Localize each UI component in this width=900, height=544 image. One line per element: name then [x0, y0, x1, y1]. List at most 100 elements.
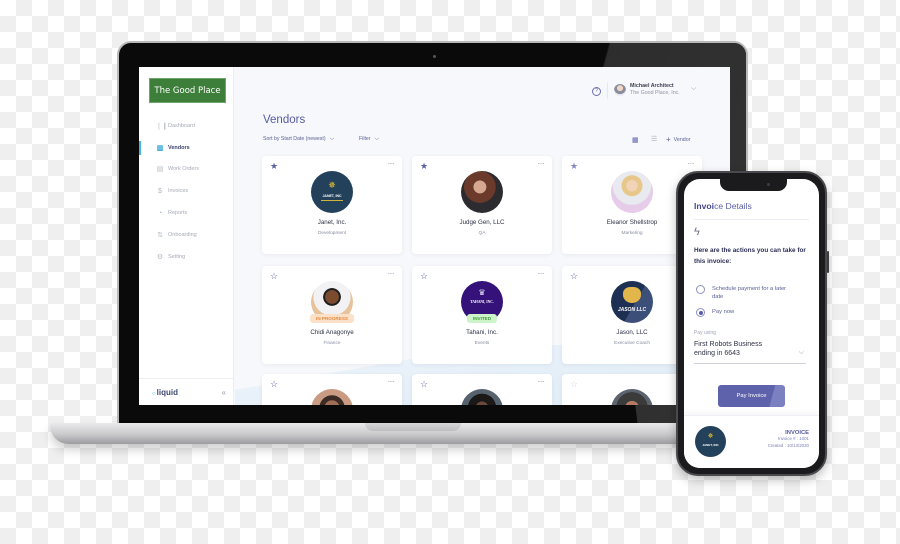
more-options-icon[interactable]: ··· — [688, 159, 695, 168]
more-options-icon[interactable]: ··· — [538, 159, 545, 168]
more-options-icon[interactable]: ··· — [538, 377, 545, 386]
invoice-meta: INVOICE Invoice # : 1001 Created : 10/13… — [768, 430, 809, 449]
invoice-details-title: Invoice Details — [694, 201, 752, 211]
user-menu[interactable]: Michael Architect The Good Place, Inc. ⌵ — [614, 83, 696, 97]
page-title: Vendors — [263, 114, 306, 126]
list-view-icon[interactable]: ☰ — [651, 135, 657, 143]
vendor-name: Janet, Inc. — [317, 219, 347, 226]
sidebar-item-label: Onboarding — [168, 231, 197, 238]
more-options-icon[interactable]: ··· — [538, 269, 545, 278]
laptop-screen: The Good Place ❘❙ Dashboard ▥ Vendors ▤ … — [139, 67, 730, 405]
more-options-icon[interactable]: ··· — [388, 269, 395, 278]
logo-text: JANET, INC — [322, 194, 342, 198]
chevron-down-icon: ⌵ — [798, 349, 804, 356]
chevron-down-icon: ⌵ — [691, 85, 697, 92]
radio-label: Pay now — [712, 309, 735, 315]
cheetah-icon — [623, 287, 641, 303]
vendor-logo: ✵ JANET, INC — [695, 426, 726, 457]
vendor-name: Chidi Anagonye — [310, 329, 354, 336]
vendor-card[interactable]: ☆ ··· IN PROGRESS Chidi Anagonye Finance — [262, 266, 402, 364]
document-icon: ▤ — [156, 166, 164, 174]
star-filled-icon[interactable]: ★ — [420, 161, 428, 172]
vendor-department: Finance — [323, 341, 341, 346]
sidebar-item-label: Vendors — [168, 144, 190, 151]
sidebar-item-setting[interactable]: ⚙ Setting — [139, 246, 233, 268]
add-vendor-label: Vendor — [673, 137, 691, 143]
sidebar: The Good Place ❘❙ Dashboard ▥ Vendors ▤ … — [139, 67, 234, 405]
radio-pay-now[interactable]: Pay now — [696, 308, 792, 317]
star-filled-icon[interactable]: ★ — [270, 161, 278, 172]
vendor-department: QA — [478, 231, 486, 236]
sidebar-item-invoices[interactable]: $ Invoices — [139, 180, 233, 202]
vendor-card[interactable]: ☆ ··· ♛ TAHANI, INC. INVITED Tahani, Inc… — [412, 266, 552, 364]
star-outline-icon[interactable]: ☆ — [420, 271, 428, 282]
radio-label: Schedule payment for a later date — [712, 286, 787, 300]
pay-invoice-button[interactable]: Pay Invoice — [718, 385, 785, 407]
lightbulb-icon: ✵ — [328, 180, 336, 190]
title-bold: Invoi — [694, 201, 715, 211]
vendor-avatar — [611, 389, 653, 405]
grid-view-icon[interactable]: ▦ — [632, 136, 639, 144]
status-badge: INVITED — [466, 314, 498, 323]
radio-button[interactable] — [696, 285, 705, 294]
logo-text: TAHANI, INC. — [470, 300, 494, 304]
sidebar-item-vendors[interactable]: ▥ Vendors — [139, 137, 233, 159]
add-vendor-button[interactable]: + Vendor — [666, 135, 690, 144]
sidebar-item-reports[interactable]: ◔ Reports — [139, 202, 233, 224]
star-outline-icon[interactable]: ☆ — [570, 379, 578, 390]
vendor-name: Tahani, Inc. — [466, 329, 498, 336]
more-options-icon[interactable]: ··· — [388, 159, 395, 168]
header-divider — [607, 83, 608, 99]
sidebar-item-dashboard[interactable]: ❘❙ Dashboard — [139, 115, 233, 137]
phone-side-button — [827, 251, 829, 273]
star-filled-icon[interactable]: ★ — [570, 161, 578, 172]
star-outline-icon[interactable]: ☆ — [570, 271, 578, 282]
sidebar-item-label: Reports — [168, 210, 188, 217]
filter-label: Filter — [359, 136, 371, 142]
brand-name: liquid — [156, 387, 178, 397]
sidebar-item-onboarding[interactable]: ⇅ Onboarding — [139, 224, 233, 246]
phone: Invoice Details ϟ Here are the actions y… — [676, 171, 829, 476]
laptop-lid: The Good Place ❘❙ Dashboard ▥ Vendors ▤ … — [117, 41, 748, 427]
lightning-icon: ϟ — [694, 226, 700, 238]
sort-dropdown[interactable]: Sort by Start Date (newest) ⌵ — [263, 136, 334, 143]
sidebar-item-label: Setting — [168, 253, 186, 260]
plus-icon: + — [666, 135, 671, 144]
drop-icon: ○ — [152, 390, 156, 397]
vendor-department: Events — [474, 341, 490, 346]
vendor-card[interactable]: ★ ··· ✵ JANET, INC Janet, Inc. Developme… — [262, 156, 402, 254]
radio-schedule-payment[interactable]: Schedule payment for a later date — [696, 285, 792, 301]
sidebar-footer: ○liquid « — [139, 378, 233, 405]
status-badge: IN PROGRESS — [310, 314, 354, 323]
sidebar-item-label: Invoices — [168, 188, 189, 195]
collapse-sidebar-button[interactable]: « — [222, 388, 226, 397]
vendor-name: Judge Gen, LLC — [459, 219, 505, 226]
filter-dropdown[interactable]: Filter ⌵ — [359, 136, 379, 143]
sidebar-item-work-orders[interactable]: ▤ Work Orders — [139, 159, 233, 181]
star-outline-icon[interactable]: ☆ — [420, 379, 428, 390]
logo-text: JASON LLC — [617, 307, 647, 313]
vendor-card[interactable]: ☆ ··· — [262, 374, 402, 405]
vendor-card[interactable]: ★ ··· Judge Gen, LLC QA — [412, 156, 552, 254]
more-options-icon[interactable]: ··· — [388, 377, 395, 386]
help-icon[interactable]: ? — [592, 87, 601, 96]
pie-chart-icon: ◔ — [157, 209, 163, 217]
user-org: The Good Place, Inc. — [630, 90, 680, 96]
transfer-icon: ⇅ — [157, 231, 163, 239]
phone-notch — [720, 179, 787, 191]
sort-label: Sort by Start Date (newest) — [263, 136, 326, 142]
vendor-avatar — [461, 171, 503, 213]
star-outline-icon[interactable]: ☆ — [270, 379, 278, 390]
sidebar-item-label: Dashboard — [168, 122, 195, 129]
laptop-notch — [365, 423, 461, 431]
radio-button[interactable] — [696, 308, 705, 317]
vendor-avatar — [611, 171, 653, 213]
gear-icon: ⚙ — [156, 253, 164, 261]
vendor-card[interactable]: ☆ ··· — [412, 374, 552, 405]
user-avatar — [614, 84, 626, 96]
vendor-department: Development — [317, 231, 347, 236]
payment-method-select[interactable]: First Robots Business ending in 6643 ⌵ — [694, 340, 806, 364]
crown-icon: ♛ — [478, 288, 486, 297]
star-outline-icon[interactable]: ☆ — [270, 271, 278, 282]
app-logo[interactable]: The Good Place — [149, 78, 226, 103]
